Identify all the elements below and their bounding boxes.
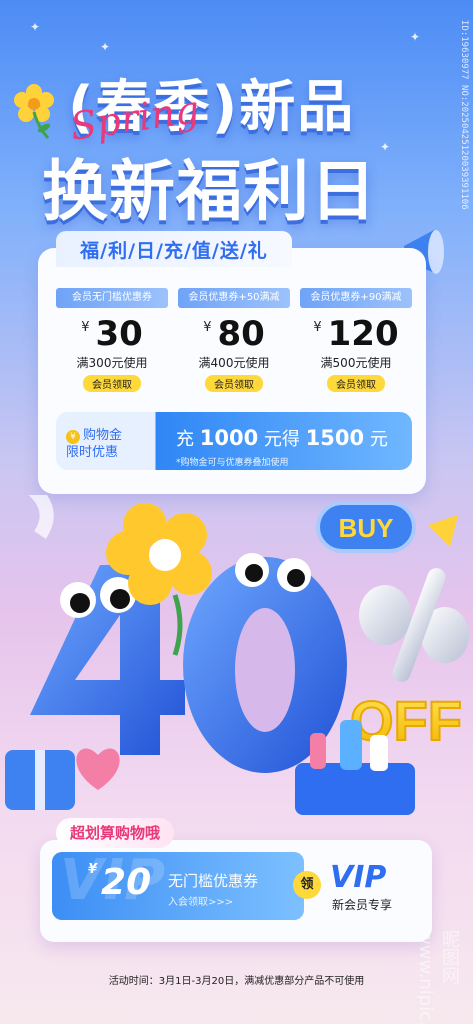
claim-button[interactable]: 会员领取 xyxy=(205,375,263,392)
side-watermark: ID:19630977 NO:20250425120039391106 xyxy=(459,20,469,210)
coupon-item: 会员优惠券+90满减 ¥ 120 满500元使用 会员领取 xyxy=(300,288,412,392)
event-terms: 活动时间：3月1日-3月20日，满减优惠部分产品不可使用 xyxy=(108,976,365,987)
recharge-mid: 元得 xyxy=(263,429,300,450)
currency-symbol: ¥ xyxy=(88,862,98,877)
coupon-amount: 80 xyxy=(217,314,265,354)
claim-button[interactable]: 会员领取 xyxy=(83,375,141,392)
buy-badge-label: BUY xyxy=(339,513,394,543)
coupon-list: 会员无门槛优惠券 ¥ 30 满300元使用 会员领取 会员优惠券+50满减 ¥ … xyxy=(56,288,412,392)
coin-icon: ¥ xyxy=(66,430,80,444)
off-label: OFF xyxy=(350,689,462,752)
bottom-watermark: 昵图网 www.nipic.com xyxy=(415,930,460,1024)
vip-amount-value: 20 xyxy=(101,862,152,903)
coupon-head: 会员优惠券+90满减 xyxy=(300,288,412,308)
recharge-amount-in: 1000 xyxy=(199,426,259,450)
vip-title: VIP xyxy=(330,860,387,895)
sparkle-icon: ✦ xyxy=(30,20,41,34)
vip-coupon-amount: ¥20 xyxy=(88,862,151,903)
coupon-item: 会员优惠券+50满减 ¥ 80 满400元使用 会员领取 xyxy=(178,288,290,392)
sparkle-icon: ✦ xyxy=(410,30,421,44)
sparkle-icon: ✦ xyxy=(100,40,111,54)
coupon-head: 会员无门槛优惠券 xyxy=(56,288,168,308)
coupon-condition: 满400元使用 xyxy=(198,356,270,370)
sparkle-icon: ✦ xyxy=(380,140,391,154)
recharge-post: 元 xyxy=(369,429,388,450)
vip-coupon-link[interactable]: 入会领取>>> xyxy=(168,893,233,908)
recharge-label-line1: 购物金 xyxy=(83,428,123,443)
currency-symbol: ¥ xyxy=(81,320,90,335)
recharge-label-line2: 限时优惠 xyxy=(66,445,119,460)
vip-subtitle: 新会员专享 xyxy=(332,898,393,912)
claim-button[interactable]: 会员领取 xyxy=(327,375,385,392)
currency-symbol: ¥ xyxy=(313,320,322,335)
poster: ✦ ✦ ✦ ✦ ID:19630977 NO:20250425120039391… xyxy=(0,0,473,1024)
recharge-amount-out: 1500 xyxy=(305,426,365,450)
coupon-item: 会员无门槛优惠券 ¥ 30 满300元使用 会员领取 xyxy=(56,288,168,392)
promo-tag: 超划算购物哦 xyxy=(56,818,175,848)
currency-symbol: ¥ xyxy=(203,320,212,335)
vip-coupon-name: 无门槛优惠券 xyxy=(168,872,259,890)
recharge-offer: 充 1000 元得 1500 元 xyxy=(176,425,388,451)
coupon-head: 会员优惠券+50满减 xyxy=(178,288,290,308)
coupon-condition: 满500元使用 xyxy=(320,356,392,370)
coupon-amount: 120 xyxy=(327,314,399,354)
recharge-pre: 充 xyxy=(176,429,194,450)
coupon-condition: 满300元使用 xyxy=(76,356,148,370)
headline-line2: 换新福利日 xyxy=(42,153,377,230)
flower-icon xyxy=(14,84,54,140)
recharge-note: *购物金可与优惠券叠加使用 xyxy=(176,458,289,468)
forty-off-illustration: BUY OFF xyxy=(5,495,469,815)
claim-badge[interactable]: 领 xyxy=(293,871,321,899)
recharge-label: ¥ 购物金 限时优惠 xyxy=(66,427,122,461)
card-tab-title: 福/利/日/充/值/送/礼 xyxy=(56,231,292,267)
coupon-amount: 30 xyxy=(95,314,143,354)
